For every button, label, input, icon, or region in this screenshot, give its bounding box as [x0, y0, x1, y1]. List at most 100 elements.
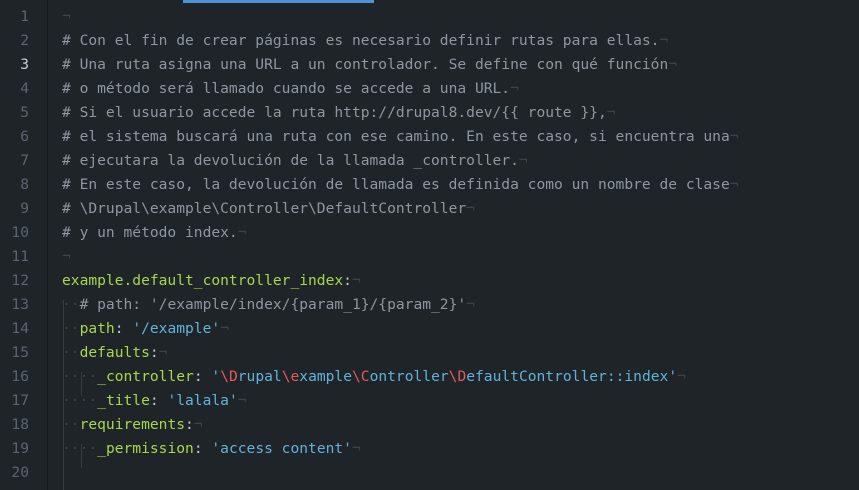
code-token: # el sistema buscará una ruta con ese ca…: [62, 128, 730, 145]
line-number: 9: [20, 200, 29, 217]
code-line[interactable]: # ejecutara la devolución de la llamada …: [62, 149, 528, 173]
code-token: _permission: [97, 440, 194, 457]
code-token: 'lalala': [167, 392, 238, 409]
code-line[interactable]: example.default_controller_index:¬: [62, 269, 361, 293]
code-token: # y un método index.: [62, 224, 238, 241]
code-token: _controller: [97, 368, 194, 385]
line-number: 15: [11, 344, 29, 361]
line-number: 18: [11, 416, 29, 433]
eol-marker: ¬: [518, 152, 528, 169]
code-token: ··: [62, 296, 80, 313]
code-token: :: [185, 416, 194, 433]
eol-marker: ¬: [729, 176, 739, 193]
line-number: 10: [11, 224, 29, 241]
code-token: \C: [352, 368, 370, 385]
eol-marker: ¬: [237, 392, 247, 409]
code-line[interactable]: ··requirements:¬: [62, 413, 203, 437]
gutter-divider: [47, 0, 48, 490]
eol-marker: ¬: [659, 32, 669, 49]
code-line[interactable]: ····_controller: '\Drupal\example\Contro…: [62, 365, 686, 389]
eol-marker: ¬: [158, 344, 168, 361]
eol-marker: ¬: [193, 416, 203, 433]
code-token: :: [193, 440, 212, 457]
line-number: 5: [20, 104, 29, 121]
code-line[interactable]: ····_permission: 'access content'¬: [62, 437, 361, 461]
line-number: 20: [11, 464, 29, 481]
code-token: efaultController::index': [466, 368, 678, 385]
line-number: 2: [20, 32, 29, 49]
code-line[interactable]: # En este caso, la devolución de llamada…: [62, 173, 739, 197]
code-token: \e: [281, 368, 300, 385]
line-number: 14: [11, 320, 29, 337]
code-token: # Con el fin de crear páginas es necesar…: [62, 32, 660, 49]
eol-marker: ¬: [668, 56, 678, 73]
code-line[interactable]: # Una ruta asigna una URL a un controlad…: [62, 53, 677, 77]
line-number: 11: [11, 248, 29, 265]
code-line[interactable]: # Si el usuario accede la ruta http://dr…: [62, 101, 616, 125]
line-number: 12: [11, 272, 29, 289]
code-token: xample: [299, 368, 352, 385]
code-token: 'access content': [211, 440, 352, 457]
code-line[interactable]: ··defaults:¬: [62, 341, 167, 365]
eol-marker: ¬: [729, 128, 739, 145]
eol-marker: ¬: [606, 104, 616, 121]
eol-marker: ¬: [62, 248, 71, 265]
code-line[interactable]: # \Drupal\example\Controller\DefaultCont…: [62, 197, 475, 221]
line-number: 8: [20, 176, 29, 193]
code-token: '/example': [132, 320, 221, 337]
eol-marker: ¬: [351, 440, 361, 457]
code-editor[interactable]: 1 2 3 4 5 6 7 8 9 10 11 12 13 14 15 16 17 18 19 20 ¬ # Con e…: [0, 0, 859, 490]
code-line[interactable]: ··# path: '/example/index/{param_1}/{par…: [62, 293, 475, 317]
code-token: ··: [62, 344, 80, 361]
eol-marker: ¬: [510, 80, 519, 97]
eol-marker: ¬: [466, 296, 475, 313]
code-token: defaults: [79, 344, 150, 361]
code-token: :: [149, 392, 168, 409]
code-token: ··: [62, 416, 80, 433]
line-number: 4: [20, 80, 29, 97]
code-token: # ejecutara la devolución de la llamada …: [62, 152, 519, 169]
line-number: 19: [11, 440, 29, 457]
line-number: 3: [20, 56, 29, 73]
eol-marker: ¬: [62, 8, 71, 25]
eol-marker: ¬: [466, 200, 475, 217]
code-line[interactable]: ¬: [62, 5, 71, 29]
code-token: \D: [448, 368, 467, 385]
code-token: requirements: [79, 416, 186, 433]
eol-marker: ¬: [237, 224, 247, 241]
code-token: _title: [97, 392, 150, 409]
code-token: rupal: [237, 368, 282, 385]
code-token: ··: [62, 320, 80, 337]
code-token: \D: [220, 368, 238, 385]
line-number: 13: [11, 296, 29, 313]
line-number: 16: [11, 368, 29, 385]
active-tab-indicator: [183, 0, 374, 3]
code-line[interactable]: # y un método index.¬: [62, 221, 247, 245]
code-line[interactable]: ¬: [62, 245, 71, 269]
code-token: :: [114, 320, 133, 337]
code-token: # o método será llamado cuando se accede…: [62, 80, 511, 97]
code-token: # Una ruta asigna una URL a un controlad…: [62, 56, 669, 73]
code-token: :: [149, 344, 159, 361]
code-token: example.default_controller_index: [62, 272, 344, 289]
code-token: ····: [62, 392, 98, 409]
code-line[interactable]: # el sistema buscará una ruta con ese ca…: [62, 125, 739, 149]
code-line[interactable]: ····_title: 'lalala'¬: [62, 389, 247, 413]
code-token: # En este caso, la devolución de llamada…: [62, 176, 730, 193]
code-token: :: [343, 272, 352, 289]
code-line[interactable]: # o método será llamado cuando se accede…: [62, 77, 519, 101]
code-line[interactable]: # Con el fin de crear páginas es necesar…: [62, 29, 668, 53]
line-number: 1: [20, 8, 29, 25]
code-token: ····: [62, 440, 98, 457]
code-token: # \Drupal\example\Controller\DefaultCont…: [62, 200, 467, 217]
line-number: 7: [20, 152, 29, 169]
code-token: path: [79, 320, 115, 337]
code-token: # path: '/example/index/{param_1}/{param…: [79, 296, 467, 313]
eol-marker: ¬: [220, 320, 229, 337]
code-token: :: [193, 368, 212, 385]
code-line[interactable]: ··path: '/example'¬: [62, 317, 229, 341]
line-number-gutter: 1 2 3 4 5 6 7 8 9 10 11 12 13 14 15 16 17 18 19 20: [0, 0, 47, 490]
code-token: ontroller: [369, 368, 449, 385]
line-number: 17: [11, 392, 29, 409]
code-token: # Si el usuario accede la ruta http://dr…: [62, 104, 607, 121]
